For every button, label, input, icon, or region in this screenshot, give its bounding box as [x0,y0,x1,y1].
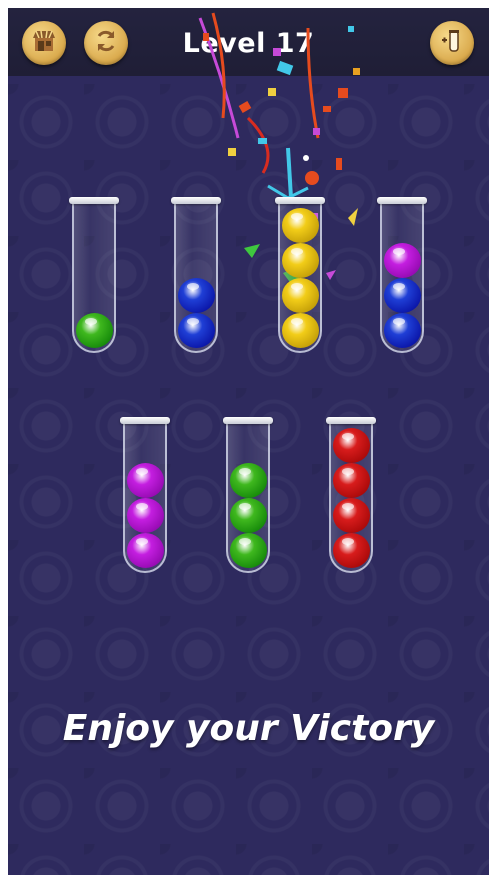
tube-rim [326,417,376,424]
tube-5[interactable] [120,417,170,573]
game-screen: Level 17 Enjoy your Victory [8,8,489,875]
tube-rim [69,197,119,204]
add-tube-icon [439,28,465,58]
tube-4[interactable] [377,197,427,353]
tube-3[interactable] [275,197,325,353]
purple-ball [127,463,164,498]
green-ball [230,498,267,533]
level-title: Level 17 [182,28,315,59]
blue-ball [384,278,421,313]
tube-1[interactable] [69,197,119,353]
tube-7[interactable] [326,417,376,573]
purple-ball [127,533,164,568]
yellow-ball [282,278,319,313]
tube-rim [120,417,170,424]
blue-ball [178,278,215,313]
tube-rim [171,197,221,204]
green-ball [230,463,267,498]
tube-2[interactable] [171,197,221,353]
victory-message: Enjoy your Victory [62,708,435,749]
tube-rim [377,197,427,204]
blue-ball [384,313,421,348]
top-bar: Level 17 [8,8,489,76]
green-ball [76,313,113,348]
yellow-ball [282,208,319,243]
purple-ball [384,243,421,278]
red-ball [333,463,370,498]
tube-rim [275,197,325,204]
yellow-ball [282,313,319,348]
tube-rim [223,417,273,424]
purple-ball [127,498,164,533]
blue-ball [178,313,215,348]
red-ball [333,498,370,533]
yellow-ball [282,243,319,278]
green-ball [230,533,267,568]
add-tube-button[interactable] [430,21,474,65]
red-ball [333,428,370,463]
tube-6[interactable] [223,417,273,573]
red-ball [333,533,370,568]
